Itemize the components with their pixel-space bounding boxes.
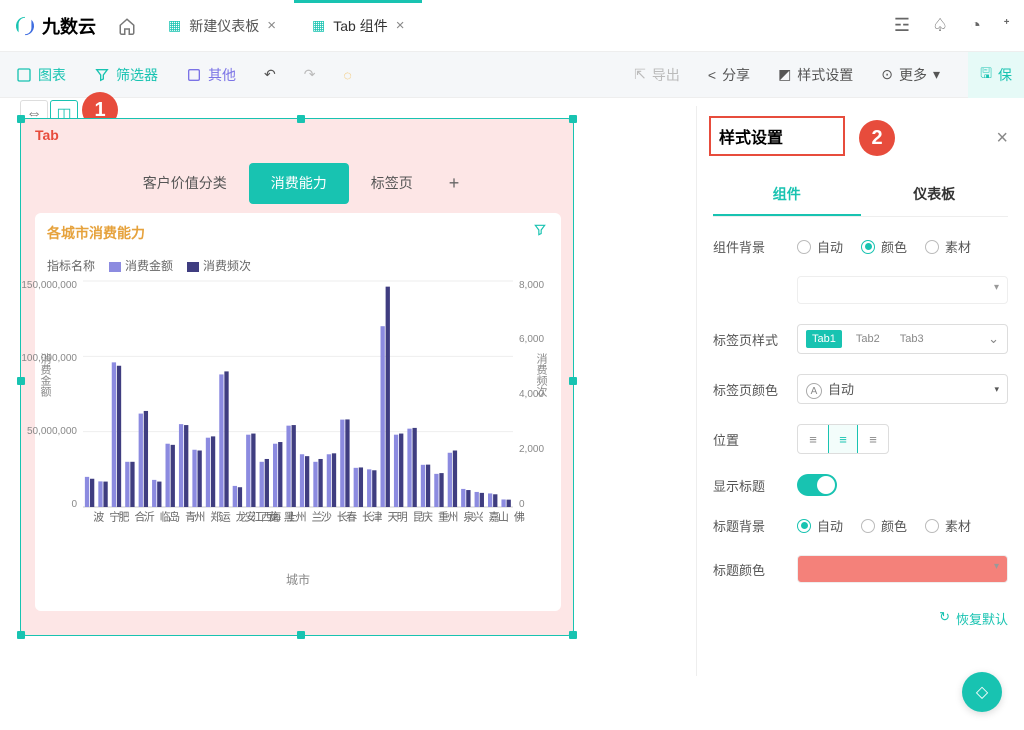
- chat-icon: ◇: [976, 682, 988, 702]
- canvas-stage: Tab 客户价值分类 消费能力 标签页 + 各城市消费能力 指标名称 消费金额 …: [8, 118, 586, 658]
- prop-tab-style: 标签页样式 Tab1 Tab2 Tab3 ⌄: [713, 324, 1008, 354]
- tool-more[interactable]: ⊙ 更多 ▾: [881, 65, 940, 85]
- tool-other-label: 其他: [208, 65, 236, 85]
- legend-item-1: 消费频次: [187, 257, 251, 274]
- tool-filter[interactable]: 筛选器: [94, 65, 158, 85]
- tab-nav-add-button[interactable]: +: [435, 163, 474, 204]
- tab-widget[interactable]: Tab 客户价值分类 消费能力 标签页 + 各城市消费能力 指标名称 消费金额 …: [20, 118, 574, 636]
- align-center-button[interactable]: ≡: [828, 425, 858, 453]
- brand-text: 九数云: [42, 13, 96, 39]
- tool-filter-label: 筛选器: [116, 65, 158, 85]
- doc-tab-tabwidget[interactable]: ▦ Tab 组件 ×: [294, 0, 422, 51]
- close-icon[interactable]: ×: [996, 127, 1008, 150]
- tool-share-label: 分享: [722, 65, 750, 85]
- tab-widget-title: Tab: [35, 127, 59, 143]
- dashboard-icon: ▦: [312, 17, 325, 34]
- legend-label: 指标名称: [47, 257, 95, 274]
- tool-export[interactable]: ⇱ 导出: [634, 65, 680, 85]
- tool-style[interactable]: ◩ 样式设置: [778, 65, 853, 85]
- tool-other[interactable]: 其他: [186, 65, 236, 85]
- prop-tab-color: 标签页颜色 A自动 ▾: [713, 374, 1008, 404]
- close-icon[interactable]: ×: [267, 17, 276, 34]
- radio-bg-auto[interactable]: 自动: [797, 237, 843, 256]
- tool-share[interactable]: < 分享: [708, 65, 750, 85]
- chart-legend: 指标名称 消费金额 消费频次: [47, 257, 549, 274]
- reset-defaults-link[interactable]: ↻ 恢复默认: [713, 609, 1008, 628]
- list-icon[interactable]: ☲: [894, 15, 910, 36]
- radio-bg-material[interactable]: 素材: [925, 237, 971, 256]
- panel-title-box: 样式设置: [709, 116, 845, 156]
- logo-swirl-icon: [14, 15, 36, 37]
- panel-tab-component[interactable]: 组件: [713, 174, 861, 216]
- y-left-axis-label: 消费金额: [37, 353, 53, 397]
- timer-icon[interactable]: ◔: [970, 15, 981, 36]
- refresh-spinner-icon[interactable]: ◌: [343, 67, 351, 83]
- prop-title-bg: 标题背景 自动 颜色 素材: [713, 516, 1008, 535]
- tool-save[interactable]: 🖫 保: [968, 52, 1024, 98]
- align-left-button[interactable]: ≡: [798, 425, 828, 453]
- style-panel: 样式设置 2 × 组件 仪表板 组件背景 自动 颜色 素材 标签页样式 Tab1…: [696, 106, 1024, 676]
- radio-bg-color[interactable]: 颜色: [861, 237, 907, 256]
- x-axis-label: 城市: [35, 571, 561, 588]
- tab-color-select[interactable]: A自动 ▾: [797, 374, 1008, 404]
- chart-card: 各城市消费能力 指标名称 消费金额 消费频次 0 50,000,000 100,…: [35, 213, 561, 611]
- tab-widget-nav: 客户价值分类 消费能力 标签页 +: [21, 163, 573, 204]
- align-right-button[interactable]: ≡: [858, 425, 888, 453]
- app-logo: 九数云: [14, 13, 96, 39]
- user-icon[interactable]: ᕀ: [1003, 15, 1010, 36]
- bell-icon[interactable]: ♤: [932, 15, 948, 36]
- tool-save-label: 保: [998, 65, 1012, 85]
- radio-titlebg-color[interactable]: 颜色: [861, 516, 907, 535]
- document-tab-strip: ▦ 新建仪表板 × ▦ Tab 组件 ×: [150, 0, 422, 51]
- redo-button[interactable]: ↷: [304, 66, 316, 83]
- tool-chart[interactable]: 图表: [16, 65, 66, 85]
- prop-show-title: 显示标题: [713, 474, 1008, 496]
- undo-button[interactable]: ↶: [264, 66, 276, 83]
- tab-nav-item-1[interactable]: 消费能力: [249, 163, 349, 204]
- topbar-actions: ☲ ♤ ◔ ᕀ: [894, 15, 1010, 36]
- prop-component-bg-swatch: [713, 276, 1008, 304]
- prop-component-bg: 组件背景 自动 颜色 素材: [713, 237, 1008, 256]
- panel-tabs: 组件 仪表板: [713, 174, 1008, 217]
- annotation-badge-2: 2: [859, 120, 895, 156]
- home-icon[interactable]: [118, 17, 136, 35]
- editor-toolbar: 图表 筛选器 其他 ↶ ↷ ◌ ⇱ 导出 < 分享 ◩ 样式设置 ⊙ 更多 ▾ …: [0, 52, 1024, 98]
- tool-chart-label: 图表: [38, 65, 66, 85]
- radio-titlebg-material[interactable]: 素材: [925, 516, 971, 535]
- position-group: ≡ ≡ ≡: [797, 424, 889, 454]
- tab-style-select[interactable]: Tab1 Tab2 Tab3 ⌄: [797, 324, 1008, 354]
- y-right-axis-label: 消费频次: [533, 353, 549, 397]
- doc-tab-dashboard[interactable]: ▦ 新建仪表板 ×: [150, 0, 294, 51]
- tab-nav-item-2[interactable]: 标签页: [349, 163, 435, 204]
- chart-filter-icon[interactable]: [533, 223, 547, 242]
- chart-plot: [83, 281, 513, 507]
- chevron-down-icon: ⌄: [988, 331, 999, 347]
- bg-color-swatch[interactable]: [797, 276, 1008, 304]
- prop-title-color: 标题颜色: [713, 555, 1008, 583]
- tab-nav-item-0[interactable]: 客户价值分类: [121, 163, 249, 204]
- tool-export-label: 导出: [652, 65, 680, 85]
- chevron-down-icon: ▾: [994, 384, 999, 395]
- tool-style-label: 样式设置: [797, 65, 853, 85]
- prop-position: 位置 ≡ ≡ ≡: [713, 424, 1008, 454]
- title-color-swatch[interactable]: [797, 555, 1008, 583]
- close-icon[interactable]: ×: [396, 17, 405, 34]
- doc-tab-label: Tab 组件: [333, 16, 387, 36]
- doc-tab-label: 新建仪表板: [189, 16, 259, 36]
- tool-more-label: 更多: [899, 65, 927, 85]
- dashboard-icon: ▦: [168, 17, 181, 34]
- legend-item-0: 消费金额: [109, 257, 173, 274]
- radio-titlebg-auto[interactable]: 自动: [797, 516, 843, 535]
- panel-tab-dashboard[interactable]: 仪表板: [861, 174, 1009, 216]
- panel-title: 样式设置: [719, 130, 783, 147]
- help-bubble-button[interactable]: ◇: [962, 672, 1002, 712]
- show-title-toggle[interactable]: [797, 474, 837, 496]
- chart-title: 各城市消费能力: [47, 223, 549, 243]
- app-topbar: 九数云 ▦ 新建仪表板 × ▦ Tab 组件 × ☲ ♤ ◔ ᕀ: [0, 0, 1024, 52]
